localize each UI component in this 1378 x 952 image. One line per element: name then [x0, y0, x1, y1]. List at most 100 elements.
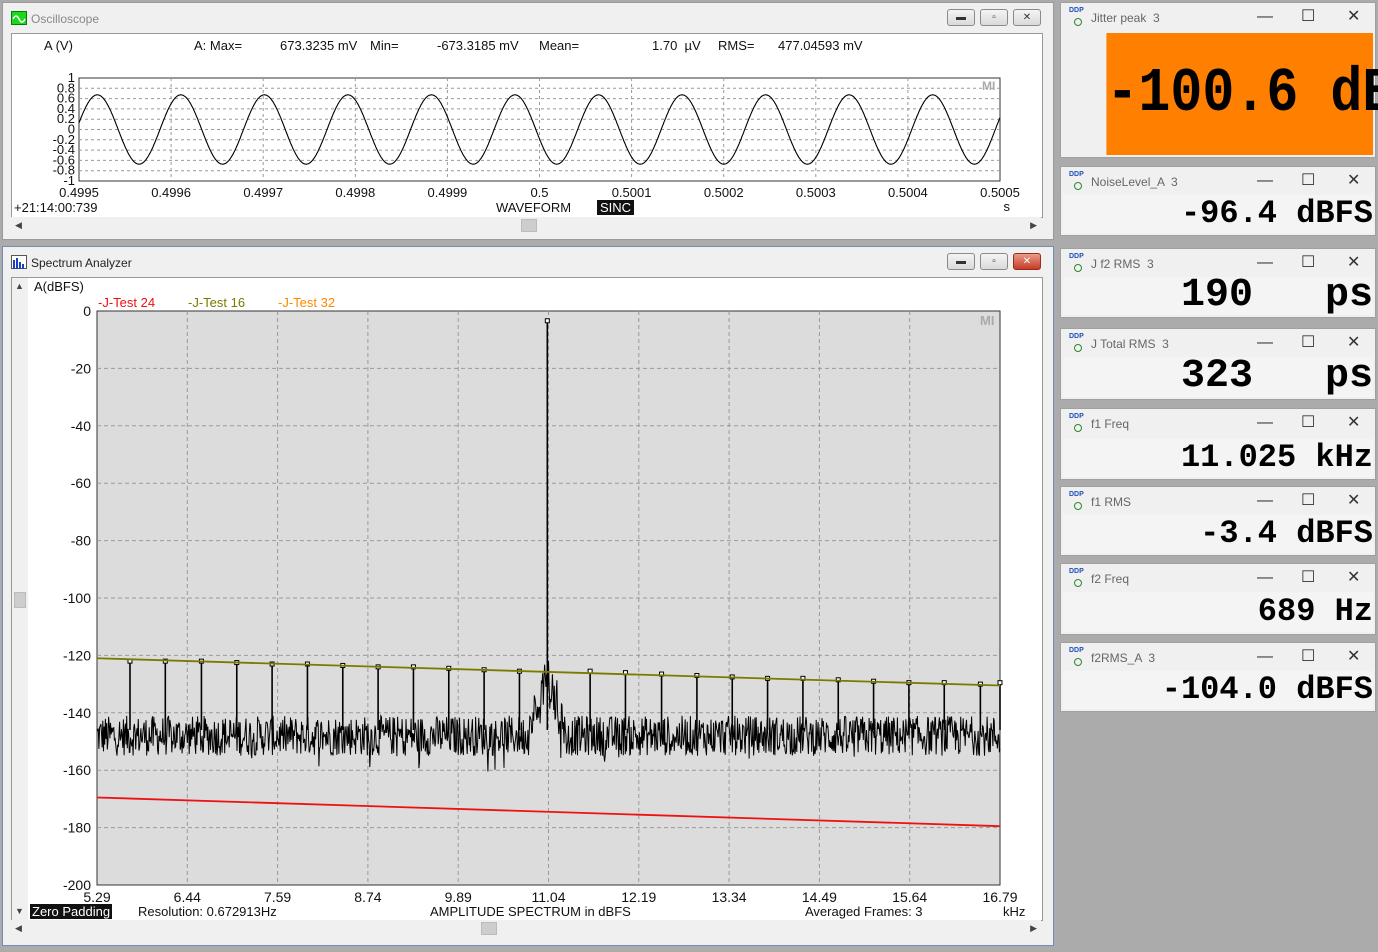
maximize-icon[interactable]: ☐: [1301, 167, 1315, 197]
minimize-icon[interactable]: —: [1257, 487, 1273, 517]
spectrum-body: ▲ ▼ A(dBFS) -J-Test 24 -J-Test 16 -J-Tes…: [11, 277, 1043, 921]
x-tick-label: 12.19: [621, 889, 656, 905]
scroll-right-icon[interactable]: ▶: [1030, 923, 1037, 934]
meter-title: f2 Freq: [1091, 572, 1130, 586]
scroll-right-icon[interactable]: ▶: [1030, 220, 1037, 231]
meter-panel[interactable]: DDP f2RMS_A 3 — ☐ ✕ -104.0 dBFS: [1060, 642, 1376, 712]
maximize-icon[interactable]: ☐: [1301, 487, 1315, 517]
close-button[interactable]: ✕: [1013, 253, 1041, 270]
meter-panel[interactable]: DDP J f2 RMS 3— ☐ ✕ 190 ps: [1060, 248, 1376, 318]
x-tick-label: 0.4996: [151, 185, 191, 200]
waveform-mode-label: WAVEFORM: [496, 200, 572, 215]
meter-value: -96.4 dBFS: [1063, 195, 1373, 233]
ddp-icon: DDP: [1069, 491, 1085, 511]
x-tick-label: 5.29: [83, 889, 110, 905]
meter-panel[interactable]: DDP f2 Freq — ☐ ✕ 689 Hz: [1060, 563, 1376, 635]
minimize-icon[interactable]: —: [1257, 643, 1273, 673]
maximize-icon[interactable]: ☐: [1301, 643, 1315, 673]
maximize-button[interactable]: ▫: [980, 253, 1008, 270]
y-tick-label: -180: [63, 820, 91, 836]
oscilloscope-plot[interactable]: 10.80.60.40.20-0.2-0.4-0.6-0.8-10.4995 0.…: [12, 34, 1042, 217]
close-button[interactable]: ✕: [1013, 9, 1041, 26]
scroll-thumb[interactable]: [521, 219, 537, 232]
oscilloscope-hscrollbar[interactable]: ◀ ▶: [11, 217, 1041, 234]
meter-value: -3.4 dBFS: [1063, 515, 1373, 553]
scroll-left-icon[interactable]: ◀: [15, 923, 22, 934]
x-tick-label: 11.04: [532, 889, 566, 905]
spectrum-titlebar[interactable]: Spectrum Analyzer ▬ ▫ ✕: [3, 247, 1053, 277]
ddp-icon: DDP: [1069, 7, 1085, 27]
maximize-icon[interactable]: ☐: [1301, 409, 1315, 439]
minimize-button[interactable]: ▬: [947, 253, 975, 270]
scroll-left-icon[interactable]: ◀: [15, 220, 22, 231]
meter-title: J Total RMS 3: [1091, 337, 1169, 351]
meter-value: -100.6 dB: [1106, 33, 1378, 155]
x-tick-label: 0.4998: [335, 185, 375, 200]
x-tick-label: 0.5: [530, 185, 548, 200]
close-icon[interactable]: ✕: [1347, 3, 1360, 33]
maximize-button[interactable]: ▫: [980, 9, 1008, 26]
scroll-thumb[interactable]: [481, 922, 497, 935]
meter-panel[interactable]: DDP J Total RMS 3— ☐ ✕ 323 ps: [1060, 328, 1376, 400]
minimize-button[interactable]: ▬: [947, 9, 975, 26]
x-unit-label: kHz: [1003, 904, 1026, 919]
oscilloscope-title: Oscilloscope: [31, 12, 100, 26]
meter-value: 689 Hz: [1063, 592, 1373, 632]
minimize-icon[interactable]: —: [1257, 167, 1273, 197]
y-tick-label: 0: [83, 303, 91, 319]
spectrum-icon: [11, 255, 27, 269]
meter-title: f2RMS_A 3: [1091, 651, 1156, 665]
spectrum-hscrollbar[interactable]: ◀ ▶: [11, 920, 1041, 937]
mi-logo: MI: [980, 313, 994, 328]
y-tick-label: -20: [71, 360, 91, 376]
meter-value: 11.025 kHz: [1063, 439, 1373, 477]
oscilloscope-window: Oscilloscope ▬ ▫ ✕ A (V) A: Max= 673.323…: [2, 2, 1054, 240]
y-tick-label: -100: [63, 590, 91, 606]
meter-value: 323 ps: [1063, 357, 1373, 397]
resolution-label: Resolution: 0.672913Hz: [138, 904, 277, 919]
meter-title: f1 RMS: [1091, 495, 1132, 509]
y-tick-label: -120: [63, 647, 91, 663]
meter-title: f1 Freq: [1091, 417, 1130, 431]
oscilloscope-titlebar[interactable]: Oscilloscope ▬ ▫ ✕: [3, 3, 1053, 33]
meter-title: NoiseLevel_A 3: [1091, 175, 1178, 189]
x-unit-label: s: [1004, 199, 1011, 214]
y-tick-label: -60: [71, 475, 91, 491]
timestamp: +21:14:00:739: [14, 200, 98, 215]
zero-padding-badge[interactable]: Zero Padding: [30, 904, 113, 919]
x-tick-label: 13.34: [712, 889, 747, 905]
averaged-frames: Averaged Frames: 3: [805, 904, 923, 919]
sinc-badge[interactable]: SINC: [597, 200, 635, 215]
ddp-icon: DDP: [1069, 647, 1085, 667]
close-icon[interactable]: ✕: [1347, 564, 1360, 594]
spectrum-footer-title: AMPLITUDE SPECTRUM in dBFS: [430, 904, 631, 919]
close-icon[interactable]: ✕: [1347, 167, 1360, 197]
x-tick-label: 0.4997: [243, 185, 283, 200]
meter-panel[interactable]: DDP NoiseLevel_A 3 — ☐ ✕ -96.4 dBFS: [1060, 166, 1376, 236]
spectrum-plot[interactable]: 0-20-40-60-80-100-120-140-160-180-2005.2…: [12, 278, 1042, 920]
maximize-icon[interactable]: ☐: [1301, 3, 1315, 33]
ddp-icon: DDP: [1069, 253, 1085, 273]
close-icon[interactable]: ✕: [1347, 409, 1360, 439]
minimize-icon[interactable]: —: [1257, 3, 1273, 33]
close-icon[interactable]: ✕: [1347, 487, 1360, 517]
maximize-icon[interactable]: ☐: [1301, 564, 1315, 594]
x-tick-label: 15.64: [892, 889, 927, 905]
x-tick-label: 0.5003: [796, 185, 836, 200]
x-tick-label: 7.59: [264, 889, 291, 905]
meter-panel[interactable]: DDP Jitter peak 3 — ☐ ✕ -100.6 dB: [1060, 2, 1378, 158]
x-tick-label: 0.5001: [612, 185, 652, 200]
spectrum-window: Spectrum Analyzer ▬ ▫ ✕ ▲ ▼ A(dBFS) -J-T…: [2, 246, 1054, 946]
minimize-icon[interactable]: —: [1257, 564, 1273, 594]
meter-panel[interactable]: DDP f1 RMS — ☐ ✕ -3.4 dBFS: [1060, 486, 1376, 556]
close-icon[interactable]: ✕: [1347, 643, 1360, 673]
oscilloscope-icon: [11, 11, 27, 25]
meter-panel[interactable]: DDP f1 Freq — ☐ ✕ 11.025 kHz: [1060, 408, 1376, 480]
x-tick-label: 0.5002: [704, 185, 744, 200]
y-tick-label: -40: [71, 418, 91, 434]
x-tick-label: 0.4999: [428, 185, 468, 200]
peak-marker: [997, 680, 1003, 686]
spectrum-title: Spectrum Analyzer: [31, 256, 132, 270]
minimize-icon[interactable]: —: [1257, 409, 1273, 439]
ddp-icon: DDP: [1069, 171, 1085, 191]
